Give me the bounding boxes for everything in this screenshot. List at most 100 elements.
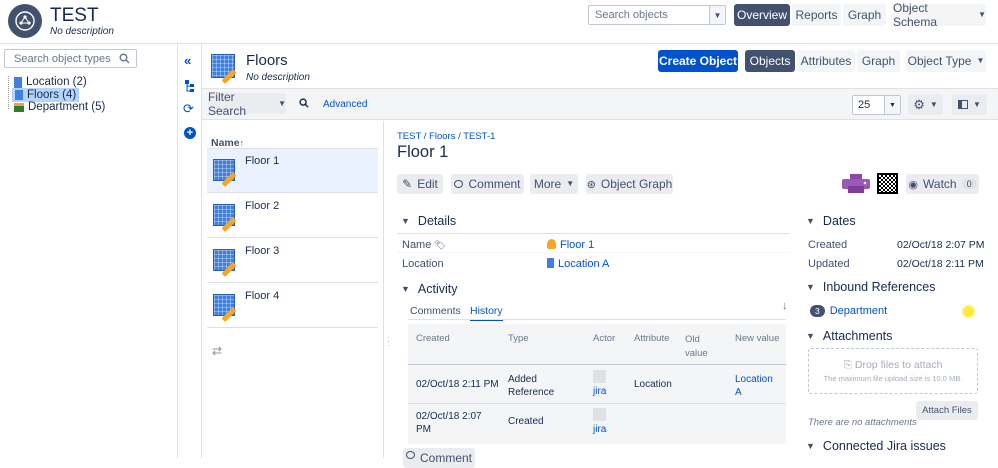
cell-actor[interactable]: jira [593, 386, 606, 397]
sidebar-item-department[interactable]: Department (5) [6, 101, 105, 113]
sidebar-item-location[interactable]: Location (2) [6, 76, 87, 88]
chevron-down-icon: ▼ [978, 10, 986, 19]
attr-value-name[interactable]: Floor 1 [547, 239, 594, 251]
breadcrumb-schema[interactable]: TEST [397, 131, 421, 142]
page-size-value: 25 [858, 99, 871, 111]
col-old-value: Old value [685, 334, 708, 359]
gear-icon: ⚙ [913, 96, 925, 112]
inbound-section-header[interactable]: ▼ Inbound References [806, 280, 936, 294]
breadcrumb: TEST / Floors / TEST-1 [397, 131, 496, 142]
details-section-header[interactable]: ▼ Details [401, 214, 456, 228]
chevron-down-icon: ▼ [806, 282, 815, 292]
col-type: Type [508, 333, 529, 344]
chevron-down-icon: ▼ [976, 56, 985, 65]
tab-comments[interactable]: Comments [410, 305, 461, 317]
object-graph-button[interactable]: ⊛ Object Graph [586, 174, 673, 194]
highlight-marker [963, 306, 974, 317]
chevron-down-icon: ▼ [401, 284, 410, 294]
printer-icon[interactable] [842, 174, 870, 193]
sort-down-icon[interactable]: ↓ [782, 300, 788, 312]
dates-section-header[interactable]: ▼ Dates [806, 214, 856, 228]
tab-overview[interactable]: Overview [734, 4, 790, 26]
col-attribute: Attribute [634, 333, 670, 344]
breadcrumb-object[interactable]: TEST-1 [463, 131, 495, 142]
advanced-search-link[interactable]: Advanced [323, 99, 367, 110]
tab-attributes[interactable]: Attributes [797, 50, 855, 72]
collapse-icon[interactable]: « [184, 53, 191, 68]
max-size-text: The maximum file upload size is 10.0 MB. [823, 374, 963, 383]
list-item[interactable]: Floor 3 [207, 239, 378, 283]
attr-value-location[interactable]: Location A [547, 258, 609, 270]
app-title: TEST [50, 5, 99, 26]
floor-object-icon [213, 159, 235, 181]
file-icon: ⎘ [843, 359, 852, 371]
user-icon [547, 239, 556, 249]
tree-toolbar: « ⟳ + [178, 44, 202, 458]
object-type-title: Floors [246, 52, 288, 69]
attachments-section-header[interactable]: ▼ Attachments [806, 329, 892, 343]
settings-button[interactable]: ⚙ ▼ [908, 94, 943, 115]
jira-issues-section-header[interactable]: ▼ Connected Jira issues [806, 439, 946, 453]
filter-search-button[interactable]: Filter Search ▼ [208, 90, 286, 118]
sort-arrow-icon: ↑ [239, 138, 245, 148]
refresh-icon[interactable]: ⟳ [183, 101, 194, 117]
watch-button[interactable]: ◉ Watch 0 [906, 174, 979, 194]
list-item-label: Floor 3 [245, 245, 280, 257]
attachment-dropzone[interactable]: ⎘ Drop files to attach The maximum file … [808, 348, 978, 394]
location-icon [547, 258, 554, 268]
object-schema-button[interactable]: Object Schema ▼ [893, 1, 986, 29]
eye-icon: ◉ [908, 178, 919, 191]
department-type-icon [14, 102, 24, 112]
edit-button[interactable]: ✎ Edit [397, 174, 443, 194]
activity-section-header[interactable]: ▼ Activity [401, 282, 458, 296]
list-item[interactable]: Floor 4 [207, 284, 378, 328]
list-refresh-icon[interactable]: ⇄ [212, 344, 222, 358]
add-comment-button[interactable]: Comment [403, 448, 475, 468]
list-divider [383, 121, 384, 458]
hierarchy-icon[interactable] [185, 80, 195, 92]
tab-objects[interactable]: Objects [745, 50, 795, 72]
search-icon[interactable] [299, 98, 309, 108]
search-icon [119, 53, 130, 64]
cell-attribute: Location [634, 379, 672, 390]
resize-handle[interactable]: · · · [387, 333, 390, 350]
list-item-label: Floor 2 [245, 200, 280, 212]
inbound-reference-label: Department [829, 305, 888, 317]
tab-graph[interactable]: Graph [843, 4, 886, 26]
list-item[interactable]: Floor 2 [207, 194, 378, 238]
more-button[interactable]: More ▼ [530, 174, 578, 194]
breadcrumb-type[interactable]: Floors [429, 131, 455, 142]
cell-new-value[interactable]: Location A [735, 373, 781, 399]
page-size-select[interactable]: 25 ▼ [852, 95, 901, 115]
add-icon[interactable]: + [184, 127, 196, 139]
object-search-input[interactable]: Search objects ▼ [588, 5, 726, 25]
tab-object-graph[interactable]: Graph [857, 50, 900, 72]
layout-button[interactable]: ▼ [952, 94, 987, 115]
tab-reports[interactable]: Reports [792, 4, 841, 26]
floor-object-icon [213, 294, 235, 316]
object-type-search-input[interactable]: Search object types [4, 49, 137, 68]
create-object-button[interactable]: Create Object [658, 50, 738, 72]
search-dropdown-icon[interactable]: ▼ [709, 6, 725, 24]
app-description: No description [50, 26, 114, 37]
table-row: 02/Oct/18 2:11 PM Added Reference jira L… [408, 365, 786, 403]
comment-button[interactable]: Comment [451, 174, 524, 194]
table-row: 02/Oct/18 2:07 PM Created jira [408, 404, 786, 442]
qr-code-icon[interactable] [877, 173, 898, 194]
cell-created: 02/Oct/18 2:07 PM [416, 411, 482, 435]
list-item[interactable]: Floor 1 [207, 149, 378, 193]
sidebar-item-floors[interactable]: Floors (4) [12, 88, 80, 102]
object-type-search-placeholder: Search object types [14, 53, 111, 65]
attach-files-button[interactable]: Attach Files [916, 401, 978, 420]
attr-label-name: Name 🏷 [402, 239, 446, 251]
col-new-value: New value [735, 333, 780, 344]
inbound-reference-item[interactable]: 3 Department [810, 305, 887, 317]
schema-logo-icon [8, 4, 42, 38]
cell-actor[interactable]: jira [593, 424, 606, 435]
cell-type: Added Reference [508, 374, 555, 398]
chevron-down-icon: ▼ [806, 331, 815, 341]
chevron-down-icon: ▼ [278, 98, 286, 108]
watch-count: 0 [961, 179, 977, 189]
object-type-button[interactable]: Object Type ▼ [906, 50, 986, 72]
cell-created: 02/Oct/18 2:11 PM [416, 379, 499, 390]
